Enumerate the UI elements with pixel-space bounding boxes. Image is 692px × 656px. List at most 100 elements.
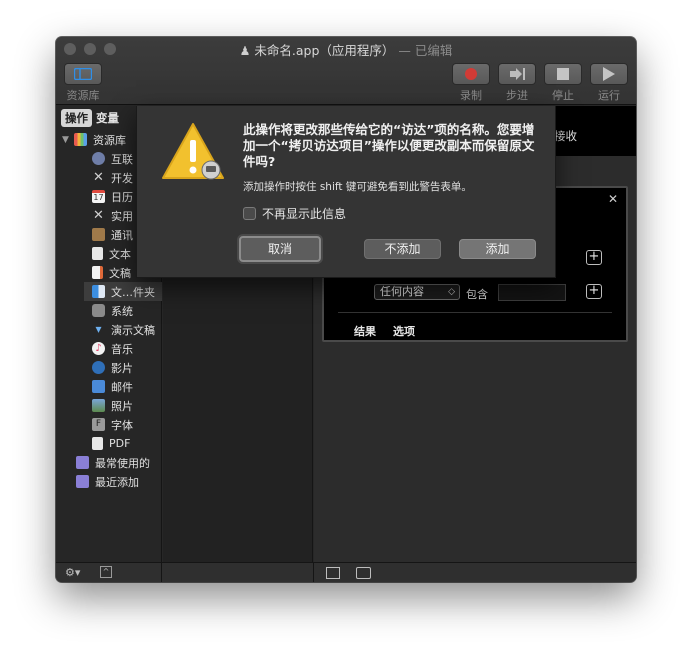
globe-icon	[92, 152, 105, 165]
sidebar-item-utilities[interactable]: ✕ 实用	[92, 206, 133, 225]
add-button[interactable]: 添加	[459, 239, 536, 259]
sidebar-item-label: 影片	[111, 361, 133, 375]
smart-group-recently-added[interactable]: 最近添加	[76, 472, 139, 491]
smart-group-label: 最近添加	[95, 475, 139, 489]
run-toolbar-label: 运行	[598, 89, 620, 102]
automator-window: ♟ 未命名.app（应用程序） — 已编辑 资源库 录制 步进 停止 运行 操作…	[56, 37, 636, 582]
mail-icon	[92, 380, 105, 393]
alert-message: 此操作将更改那些传给它的“访达”项的名称。您要增加一个“拷贝访达项目”操作以便更…	[243, 122, 535, 169]
sidebar-icon	[74, 68, 92, 80]
sidebar-item-label: 实用	[111, 209, 133, 223]
contacts-icon	[92, 228, 105, 241]
checkbox[interactable]	[243, 207, 256, 220]
library-toolbar-label: 资源库	[66, 89, 100, 102]
library-toggle-button[interactable]	[64, 63, 102, 85]
sidebar-item-calendar[interactable]: 17 日历	[92, 187, 133, 206]
tab-results[interactable]: 结果	[354, 323, 376, 339]
add-criteria-button[interactable]: +	[586, 284, 602, 299]
sidebar-item-label: PDF	[109, 437, 131, 450]
tab-actions[interactable]: 操作	[61, 109, 92, 127]
sidebar-item-system[interactable]: 系统	[92, 301, 133, 320]
warning-icon	[162, 123, 224, 180]
finder-icon	[92, 285, 105, 298]
sidebar-item-label: 系统	[111, 304, 133, 318]
title-bar: ♟ 未命名.app（应用程序） — 已编辑 资源库 录制 步进 停止 运行	[56, 37, 636, 105]
sidebar-item-label: 文稿	[109, 266, 131, 280]
sidebar-item-contacts[interactable]: 通讯	[92, 225, 133, 244]
edited-indicator: — 已编辑	[398, 43, 453, 58]
smart-folder-icon	[76, 456, 89, 469]
cancel-button[interactable]: 取消	[239, 236, 321, 262]
disclosure-triangle-icon[interactable]: ▼	[62, 135, 72, 145]
smart-folder-icon	[76, 475, 89, 488]
font-icon: F	[92, 418, 105, 431]
stop-icon	[557, 68, 569, 80]
card-divider	[338, 312, 612, 313]
criteria-operator-label: 包含	[466, 288, 488, 301]
automator-robot-icon: ♟	[239, 44, 251, 58]
chevron-updown-icon: ◇	[448, 287, 455, 297]
library-root-label: 资源库	[93, 133, 126, 147]
variables-view-icon[interactable]	[356, 567, 371, 579]
gear-icon[interactable]: ⚙▾	[65, 566, 80, 579]
log-view-icon[interactable]	[326, 567, 340, 579]
workflow-input-label: 接收	[554, 129, 577, 143]
step-icon	[510, 68, 525, 80]
utilities-icon: ✕	[93, 208, 104, 223]
sidebar-item-label: 开发	[111, 171, 133, 185]
sidebar-item-label: 文…件夹	[111, 285, 155, 299]
sidebar-item-mail[interactable]: 邮件	[92, 377, 133, 396]
sidebar-item-label: 音乐	[111, 342, 133, 356]
text-icon	[92, 247, 103, 260]
step-toolbar-label: 步进	[506, 89, 528, 102]
window-title: ♟ 未命名.app（应用程序） — 已编辑	[56, 40, 636, 59]
sidebar-item-label: 互联	[111, 152, 133, 166]
library-footer: ⚙▾ ^	[56, 563, 162, 582]
step-button[interactable]	[498, 63, 536, 85]
sidebar-item-label: 照片	[111, 399, 133, 413]
alert-sheet: 此操作将更改那些传给它的“访达”项的名称。您要增加一个“拷贝访达项目”操作以便更…	[136, 106, 556, 278]
suppress-checkbox-label: 不再显示此信息	[262, 207, 347, 221]
sidebar-item-documents[interactable]: 文稿	[92, 263, 131, 282]
stop-toolbar-label: 停止	[552, 89, 574, 102]
chevron-up-icon[interactable]: ^	[100, 566, 112, 578]
photo-icon	[92, 399, 105, 412]
criteria-value-field[interactable]	[498, 284, 566, 301]
sidebar-item-label: 日历	[111, 190, 133, 204]
sidebar-item-label: 字体	[111, 418, 133, 432]
sidebar-item-photos[interactable]: 照片	[92, 396, 133, 415]
library-books-icon	[74, 133, 87, 146]
sidebar-item-movies[interactable]: 影片	[92, 358, 133, 377]
tab-variables[interactable]: 变量	[92, 109, 123, 127]
sidebar-item-label: 演示文稿	[111, 323, 155, 337]
record-icon	[465, 68, 477, 80]
close-icon[interactable]: ✕	[608, 192, 618, 206]
sidebar-item-text[interactable]: 文本	[92, 244, 131, 263]
document-icon	[92, 266, 103, 279]
sidebar-item-internet[interactable]: 互联	[92, 149, 133, 168]
calendar-icon: 17	[92, 190, 105, 203]
sidebar-item-label: 邮件	[111, 380, 133, 394]
criteria-popup-value: 任何内容	[380, 285, 424, 298]
add-criteria-button[interactable]: +	[586, 250, 602, 265]
sidebar-item-pdf[interactable]: PDF	[92, 434, 130, 453]
suppress-checkbox[interactable]: 不再显示此信息	[243, 205, 346, 222]
stop-button[interactable]	[544, 63, 582, 85]
sidebar-item-presentations[interactable]: ▾ 演示文稿	[92, 320, 155, 339]
dont-add-button[interactable]: 不添加	[364, 239, 441, 259]
tab-options[interactable]: 选项	[393, 323, 415, 339]
pdf-icon	[92, 437, 103, 450]
sidebar-item-label: 文本	[109, 247, 131, 261]
alert-informative-text: 添加操作时按住 shift 键可避免看到此警告表单。	[243, 181, 472, 193]
sidebar-item-files-folders[interactable]: 文…件夹	[84, 282, 162, 301]
record-button[interactable]	[452, 63, 490, 85]
sidebar-item-music[interactable]: ♪ 音乐	[92, 339, 133, 358]
smart-group-most-used[interactable]: 最常使用的	[76, 453, 150, 472]
run-button[interactable]	[590, 63, 628, 85]
sidebar-item-developer[interactable]: ✕ 开发	[92, 168, 133, 187]
music-icon: ♪	[92, 342, 105, 355]
sidebar-item-label: 通讯	[111, 228, 133, 242]
smart-group-label: 最常使用的	[95, 456, 150, 470]
sidebar-item-fonts[interactable]: F 字体	[92, 415, 133, 434]
criteria-popup[interactable]: 任何内容 ◇	[374, 284, 460, 300]
